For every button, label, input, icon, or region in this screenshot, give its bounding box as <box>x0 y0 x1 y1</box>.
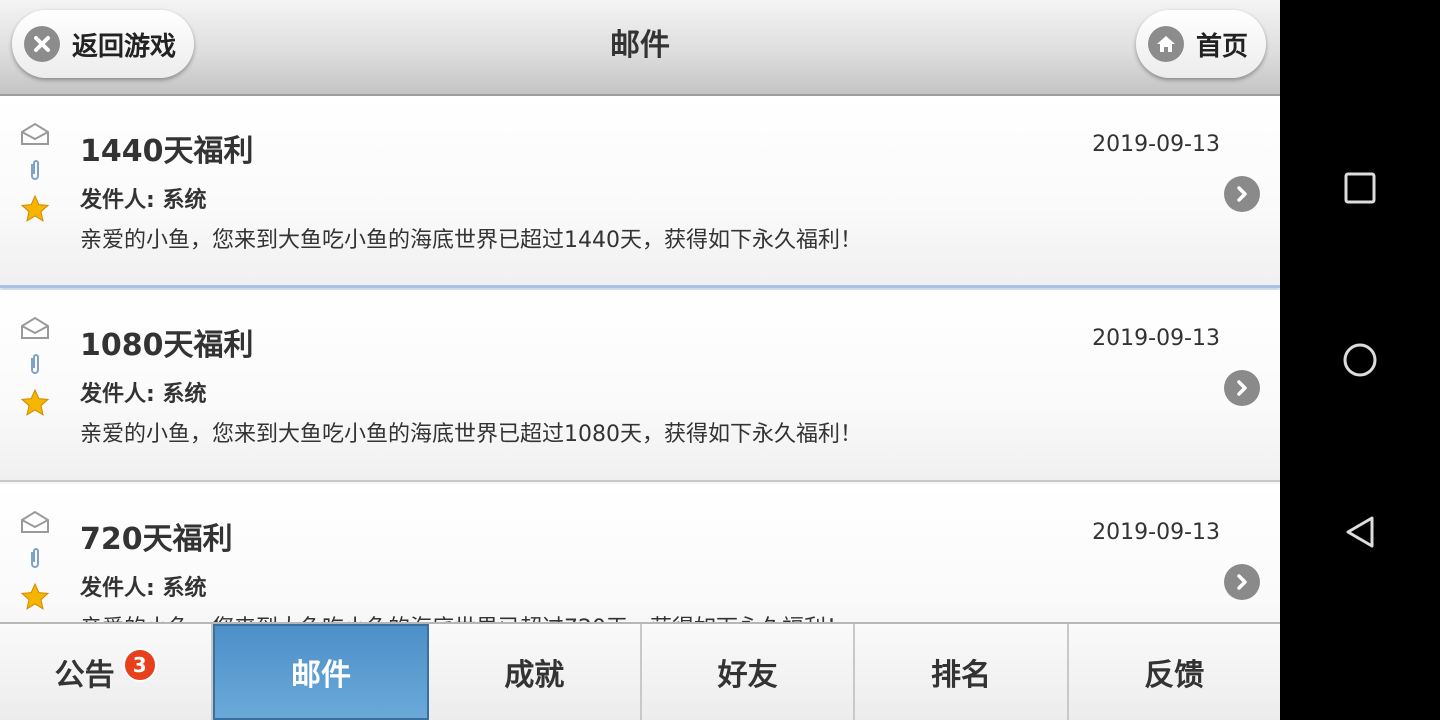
tab-announcements[interactable]: 公告 3 <box>0 624 214 720</box>
mail-date: 2019-09-13 <box>1092 326 1220 351</box>
tab-friends[interactable]: 好友 <box>641 624 856 720</box>
paperclip-icon <box>31 354 39 374</box>
mail-preview: 亲爱的小鱼，您来到大鱼吃小鱼的海底世界已超过1080天，获得如下永久福利！ <box>80 422 862 447</box>
star-icon <box>20 582 50 610</box>
mail-title: 1080天福利 <box>80 328 254 363</box>
chevron-right-icon[interactable] <box>1224 564 1260 600</box>
back-triangle-icon[interactable] <box>1342 514 1378 550</box>
tab-ranking[interactable]: 排名 <box>855 624 1069 720</box>
home-button[interactable]: 首页 <box>1136 10 1266 78</box>
tab-label: 邮件 <box>290 658 351 693</box>
tab-label: 好友 <box>717 658 778 693</box>
envelope-icon <box>21 510 49 533</box>
mail-sender: 发件人: 系统 <box>80 188 207 213</box>
unread-badge: 3 <box>122 648 157 682</box>
tab-label: 反馈 <box>1144 658 1205 693</box>
envelope-icon <box>21 316 49 339</box>
mail-sender: 发件人: 系统 <box>80 382 207 407</box>
paperclip-icon <box>31 548 39 568</box>
mail-item[interactable]: 1080天福利 发件人: 系统 亲爱的小鱼，您来到大鱼吃小鱼的海底世界已超过10… <box>0 290 1280 482</box>
tab-mail[interactable]: 邮件 <box>213 624 429 720</box>
tab-bar: 公告 3 邮件 成就 好友 排名 反馈 <box>0 622 1280 720</box>
home-circle-icon[interactable] <box>1342 342 1378 378</box>
home-icon <box>1148 26 1184 62</box>
mail-sender: 发件人: 系统 <box>80 576 207 601</box>
chevron-right-icon[interactable] <box>1224 370 1260 406</box>
mail-item[interactable]: 1440天福利 发件人: 系统 亲爱的小鱼，您来到大鱼吃小鱼的海底世界已超过14… <box>0 96 1280 288</box>
mail-title: 720天福利 <box>80 522 233 557</box>
mail-date: 2019-09-13 <box>1092 520 1220 545</box>
chevron-right-icon[interactable] <box>1224 176 1260 212</box>
tab-achievements[interactable]: 成就 <box>428 624 642 720</box>
app-window: 返回游戏 邮件 首页 1440天福利 发件人: 系统 亲爱的小鱼，您来到大鱼吃小… <box>0 0 1280 720</box>
page-title: 邮件 <box>610 28 670 63</box>
star-icon <box>20 194 50 222</box>
header-bar: 返回游戏 邮件 首页 <box>0 0 1280 96</box>
tab-label: 排名 <box>930 658 991 693</box>
envelope-icon <box>21 122 49 145</box>
tab-label: 公告 <box>54 658 115 693</box>
home-button-label: 首页 <box>1196 31 1249 62</box>
star-icon <box>20 388 50 416</box>
system-nav-bar <box>1280 0 1440 720</box>
tab-feedback[interactable]: 反馈 <box>1068 624 1280 720</box>
mail-preview: 亲爱的小鱼，您来到大鱼吃小鱼的海底世界已超过1440天，获得如下永久福利！ <box>80 228 862 253</box>
paperclip-icon <box>31 160 39 180</box>
mail-date: 2019-09-13 <box>1092 132 1220 157</box>
recents-square-icon[interactable] <box>1342 170 1378 206</box>
mail-title: 1440天福利 <box>80 134 254 169</box>
tab-label: 成就 <box>504 658 565 693</box>
